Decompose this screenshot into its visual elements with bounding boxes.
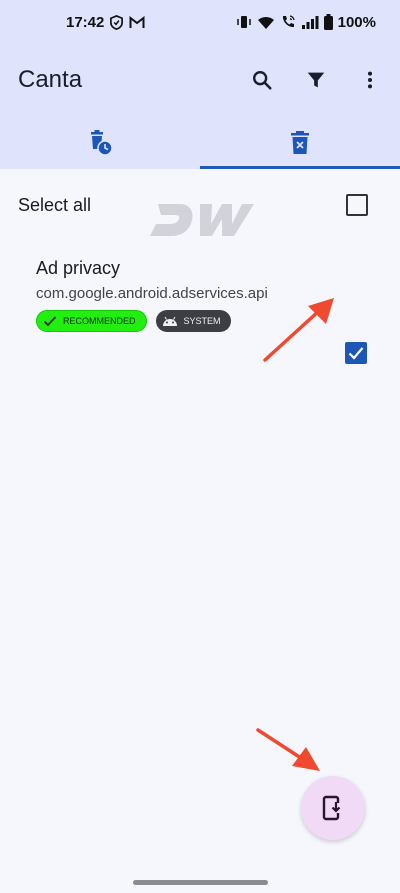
android-icon (162, 316, 177, 326)
status-bar: 17:42 100% (0, 0, 400, 44)
select-all-label: Select all (18, 194, 92, 215)
phone-download-icon (322, 795, 342, 821)
app-checkbox[interactable] (345, 342, 367, 364)
tab-bar (0, 116, 400, 169)
home-indicator[interactable] (133, 880, 268, 885)
annotation-arrow-fab (256, 728, 320, 771)
trash-x-icon (291, 130, 309, 154)
more-vert-icon (367, 71, 373, 89)
filter-icon (307, 72, 325, 88)
status-time: 17:42 (66, 13, 105, 31)
system-badge-label: SYSTEM (183, 316, 221, 326)
check-icon (43, 316, 57, 327)
vibrate-icon (236, 16, 251, 28)
tab-uninstalled-history[interactable] (0, 116, 200, 169)
app-title: Canta (18, 66, 83, 93)
dw-watermark-logo (150, 204, 254, 236)
wifi-calling-icon (282, 15, 295, 28)
more-options-button[interactable] (346, 56, 394, 104)
trash-clock-icon (91, 129, 113, 156)
list-item[interactable]: Ad privacy com.google.android.adservices… (0, 241, 400, 364)
app-package-name: com.google.android.adservices.api (36, 285, 268, 302)
recommended-badge-label: RECOMMENDED (63, 316, 136, 326)
select-all-checkbox[interactable] (346, 194, 368, 216)
app-name: Ad privacy (36, 258, 121, 278)
system-badge: SYSTEM (155, 310, 231, 332)
check-icon (348, 347, 364, 360)
battery-icon (323, 14, 333, 30)
top-app-bar: Canta (0, 44, 400, 116)
shield-icon (110, 14, 124, 30)
annotation-arrow-checkbox (263, 298, 334, 362)
app-badges: RECOMMENDED SYSTEM (36, 310, 400, 332)
app-list: Select all Ad privacy com.google.android… (0, 169, 400, 364)
gmail-icon (129, 15, 145, 28)
signal-icon (301, 15, 319, 29)
filter-button[interactable] (292, 56, 340, 104)
recommended-badge: RECOMMENDED (36, 310, 147, 332)
app-bar-actions (232, 56, 394, 104)
uninstall-fab-button[interactable] (301, 776, 365, 840)
tab-uninstall[interactable] (200, 116, 400, 169)
search-button[interactable] (238, 56, 286, 104)
wifi-icon (257, 16, 274, 29)
battery-percentage: 100% (337, 13, 376, 31)
search-icon (253, 71, 272, 90)
